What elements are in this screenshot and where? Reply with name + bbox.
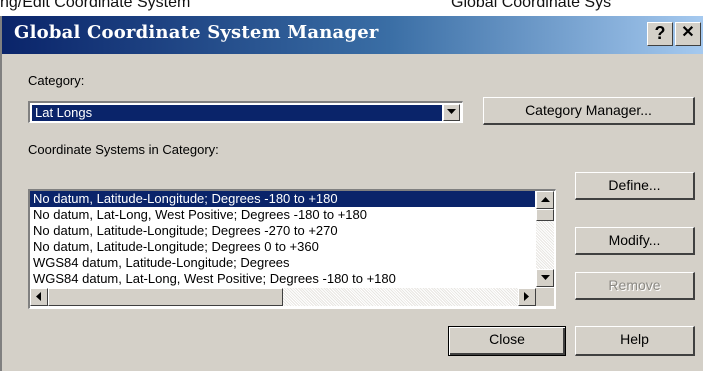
background-window-title-left: ng/Edit Coordinate System: [0, 0, 191, 11]
horizontal-scrollbar[interactable]: [30, 288, 536, 306]
arrow-down-icon[interactable]: [536, 269, 554, 287]
background-window-title-right: Global Coordinate Sys: [451, 0, 612, 11]
remove-button[interactable]: Remove: [575, 272, 695, 300]
dialog-title: Global Coordinate System Manager: [14, 22, 379, 43]
list-items-container: No datum, Latitude-Longitude; Degrees -1…: [30, 191, 535, 287]
arrow-up-icon[interactable]: [536, 191, 554, 209]
list-item[interactable]: WGS84 datum, Lat-Long, West Positive; De…: [30, 271, 535, 287]
arrow-left-icon[interactable]: [30, 288, 48, 306]
list-item[interactable]: No datum, Latitude-Longitude; Degrees 0 …: [30, 239, 535, 255]
modify-button[interactable]: Modify...: [575, 227, 695, 255]
define-button[interactable]: Define...: [575, 172, 695, 200]
close-icon[interactable]: ✕: [675, 22, 701, 46]
vertical-scrollbar[interactable]: [536, 191, 554, 287]
list-item[interactable]: No datum, Latitude-Longitude; Degrees -1…: [30, 191, 535, 207]
background-window-strip: ng/Edit Coordinate System Global Coordin…: [0, 0, 703, 16]
coordinate-systems-list[interactable]: No datum, Latitude-Longitude; Degrees -1…: [28, 189, 556, 309]
chevron-down-icon[interactable]: [443, 104, 460, 121]
list-item[interactable]: WGS84 datum, Latitude-Longitude; Degrees: [30, 255, 535, 271]
systems-label: Coordinate Systems in Category:: [28, 142, 219, 157]
scroll-thumb[interactable]: [48, 288, 283, 306]
category-selected-value: Lat Longs: [32, 105, 442, 121]
list-item[interactable]: No datum, Lat-Long, West Positive; Degre…: [30, 207, 535, 223]
close-button[interactable]: Close: [448, 326, 566, 356]
help-button[interactable]: Help: [575, 326, 695, 356]
category-dropdown[interactable]: Lat Longs: [28, 101, 463, 123]
title-bar[interactable]: Global Coordinate System Manager ? ✕: [2, 16, 703, 54]
coordinate-system-manager-dialog: Global Coordinate System Manager ? ✕ Cat…: [0, 16, 703, 371]
arrow-right-icon[interactable]: [518, 288, 536, 306]
scroll-corner: [536, 288, 554, 306]
category-label: Category:: [28, 73, 85, 88]
scroll-thumb[interactable]: [536, 209, 554, 221]
help-icon[interactable]: ?: [647, 22, 673, 46]
list-item[interactable]: No datum, Latitude-Longitude; Degrees -2…: [30, 223, 535, 239]
category-manager-button[interactable]: Category Manager...: [483, 97, 695, 125]
